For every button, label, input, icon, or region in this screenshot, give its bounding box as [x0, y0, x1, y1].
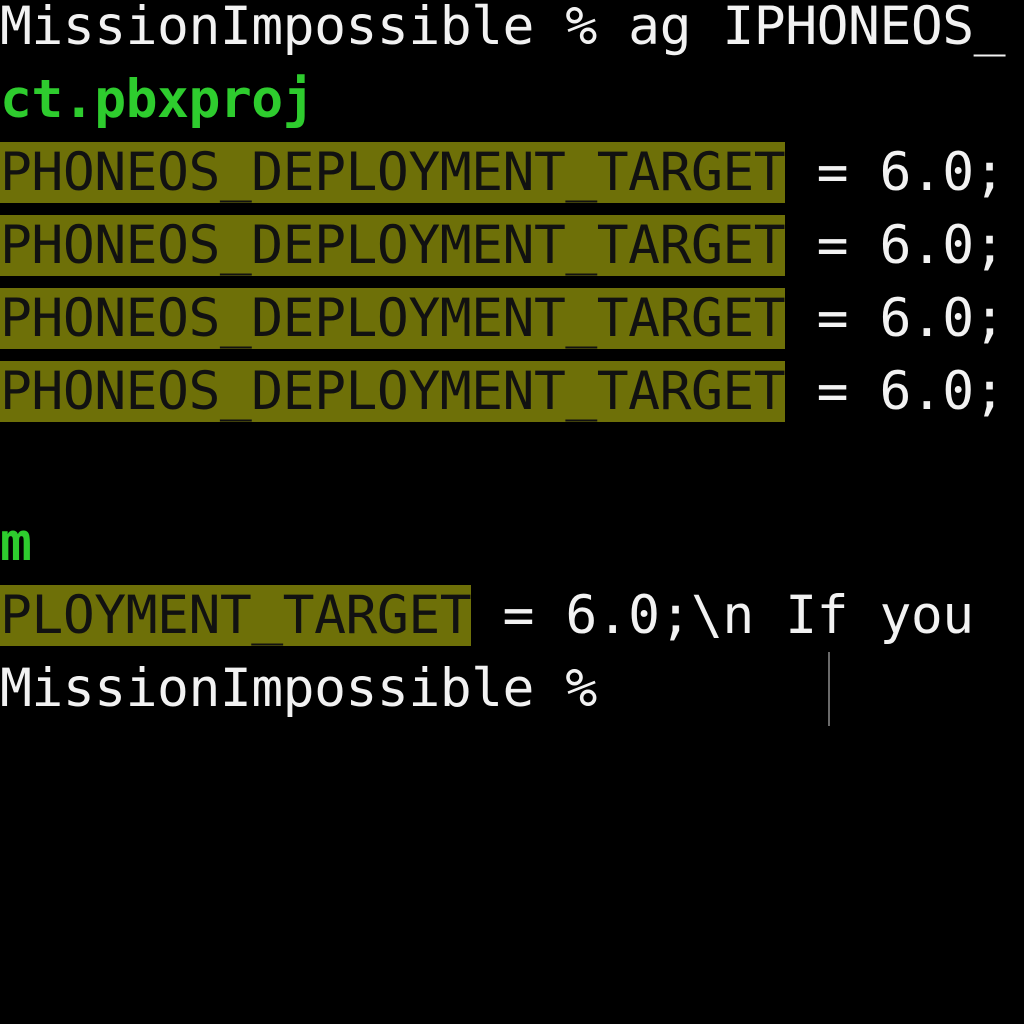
- result-line: PHONEOS_DEPLOYMENT_TARGET = 6.0;: [0, 136, 1006, 210]
- result-file-path: ct.pbxproj: [0, 69, 315, 130]
- line-remainder: = 6.0;: [785, 142, 1006, 203]
- final-prompt-line[interactable]: MissionImpossible %: [0, 652, 597, 726]
- command-line: MissionImpossible % ag IPHONEOS_: [0, 0, 1006, 64]
- line-remainder: = 6.0;\n If you: [471, 585, 1006, 646]
- line-remainder: = 6.0;: [785, 361, 1006, 422]
- line-remainder: = 6.0;: [785, 288, 1006, 349]
- shell-prompt: MissionImpossible %: [0, 658, 597, 719]
- match-highlight: PHONEOS_DEPLOYMENT_TARGET: [0, 215, 786, 276]
- line-remainder: = 6.0;: [785, 215, 1006, 276]
- command-text: ag IPHONEOS_: [596, 0, 1006, 57]
- match-highlight: PHONEOS_DEPLOYMENT_TARGET: [0, 288, 786, 349]
- match-highlight: PHONEOS_DEPLOYMENT_TARGET: [0, 142, 786, 203]
- text-cursor: [828, 652, 830, 726]
- terminal-window[interactable]: MissionImpossible % ag IPHONEOS_ ct.pbxp…: [0, 0, 1024, 1024]
- result-line: PLOYMENT_TARGET = 6.0;\n If you: [0, 579, 1005, 653]
- result-line: PHONEOS_DEPLOYMENT_TARGET = 6.0;: [0, 355, 1006, 429]
- result-line: PHONEOS_DEPLOYMENT_TARGET = 6.0;: [0, 209, 1006, 283]
- result-file-path: m: [0, 512, 32, 573]
- match-highlight: PLOYMENT_TARGET: [0, 585, 472, 646]
- shell-prompt: MissionImpossible %: [0, 0, 597, 57]
- result-line: PHONEOS_DEPLOYMENT_TARGET = 6.0;: [0, 282, 1006, 356]
- match-highlight: PHONEOS_DEPLOYMENT_TARGET: [0, 361, 786, 422]
